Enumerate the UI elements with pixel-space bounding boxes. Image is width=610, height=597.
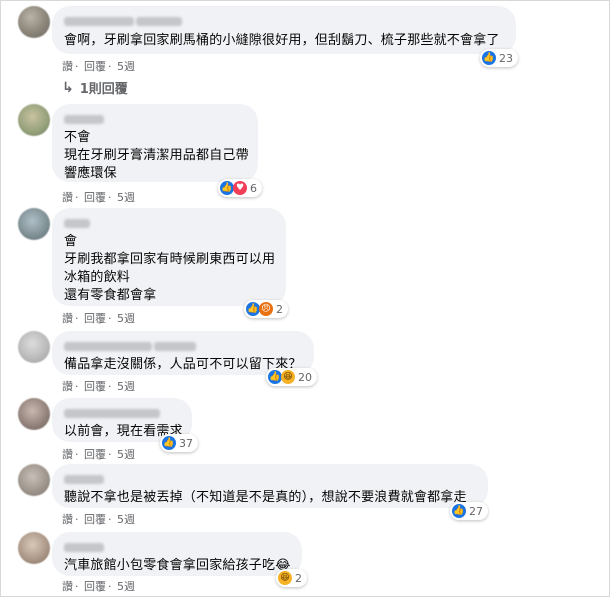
separator: · — [75, 580, 79, 593]
avatar[interactable] — [18, 331, 50, 363]
replies-label: 1則回覆 — [79, 82, 128, 97]
comment-text: 會啊，牙刷拿回家刷馬桶的小縫隙很好用，但刮鬍刀、梳子那些就不會拿了 — [64, 33, 500, 48]
reaction-summary[interactable]: 👍 23 — [480, 49, 518, 67]
separator: · — [108, 191, 112, 204]
comment-text: 汽車旅館小包零食會拿回家給孩子吃😂 — [64, 558, 291, 573]
separator: · — [75, 191, 79, 204]
commenter-name-redacted[interactable] — [64, 339, 302, 353]
haha-icon: 😆 — [281, 370, 295, 384]
like-button[interactable]: 讚 — [62, 380, 73, 393]
comment-text: 不會 現在牙刷牙膏清潔用品都自己帶 響應環保 — [64, 130, 249, 181]
like-button[interactable]: 讚 — [62, 448, 73, 461]
separator: · — [75, 312, 79, 325]
reply-button[interactable]: 回覆 — [84, 312, 106, 325]
like-icon: 👍 — [220, 181, 234, 195]
reaction-count: 2 — [276, 302, 283, 316]
reaction-count: 37 — [179, 436, 193, 450]
timestamp[interactable]: 5週 — [117, 312, 135, 325]
avatar[interactable] — [18, 464, 50, 496]
reaction-count: 23 — [499, 51, 513, 65]
separator: · — [108, 580, 112, 593]
timestamp[interactable]: 5週 — [117, 380, 135, 393]
haha-icon: 😆 — [278, 571, 292, 585]
comment-actions: 讚 · 回覆 · 5週 — [62, 189, 137, 205]
separator: · — [75, 448, 79, 461]
comment-actions: 讚 · 回覆 · 5週 — [62, 58, 137, 74]
commenter-name-redacted[interactable] — [64, 406, 180, 420]
comment-actions: 讚 · 回覆 · 5週 — [62, 446, 137, 462]
timestamp[interactable]: 5週 — [117, 191, 135, 204]
timestamp[interactable]: 5週 — [117, 448, 135, 461]
avatar[interactable] — [18, 398, 50, 430]
reaction-summary[interactable]: 👍 😆 20 — [266, 368, 317, 386]
like-icon: 👍 — [246, 302, 260, 316]
reply-arrow-icon: ↳ — [62, 79, 74, 96]
view-replies-link[interactable]: ↳ 1則回覆 — [62, 78, 128, 98]
commenter-name-redacted[interactable] — [64, 216, 274, 230]
separator: · — [108, 380, 112, 393]
separator: · — [75, 513, 79, 526]
reply-button[interactable]: 回覆 — [84, 580, 106, 593]
avatar[interactable] — [18, 6, 50, 38]
commenter-name-redacted[interactable] — [64, 14, 504, 28]
commenter-name-redacted[interactable] — [64, 112, 246, 126]
reaction-summary[interactable]: 👍 27 — [450, 502, 488, 520]
comment-bubble: 聽說不拿也是被丟掉（不知道是不是真的），想說不要浪費就會都拿走 — [52, 464, 488, 508]
separator: · — [75, 60, 79, 73]
reply-button[interactable]: 回覆 — [84, 448, 106, 461]
like-icon: 👍 — [268, 370, 282, 384]
separator: · — [75, 380, 79, 393]
timestamp[interactable]: 5週 — [117, 580, 135, 593]
like-button[interactable]: 讚 — [62, 60, 73, 73]
like-icon: 👍 — [162, 436, 176, 450]
separator: · — [108, 60, 112, 73]
like-icon: 👍 — [482, 51, 496, 65]
separator: · — [108, 312, 112, 325]
avatar[interactable] — [18, 104, 50, 136]
separator: · — [108, 513, 112, 526]
reply-button[interactable]: 回覆 — [84, 191, 106, 204]
reaction-count: 6 — [250, 181, 257, 195]
comment-text: 會 牙刷我都拿回家有時候刷東西可以用 冰箱的飲料 還有零食都會拿 — [64, 234, 276, 303]
timestamp[interactable]: 5週 — [117, 60, 135, 73]
comment-bubble: 會啊，牙刷拿回家刷馬桶的小縫隙很好用，但刮鬍刀、梳子那些就不會拿了 — [52, 6, 516, 54]
like-icon: 👍 — [452, 504, 466, 518]
comment-bubble: 會 牙刷我都拿回家有時候刷東西可以用 冰箱的飲料 還有零食都會拿 — [52, 208, 286, 306]
commenter-name-redacted[interactable] — [64, 472, 476, 486]
reaction-count: 2 — [295, 571, 302, 585]
love-icon: ♥ — [233, 181, 247, 195]
avatar[interactable] — [18, 208, 50, 240]
reaction-summary[interactable]: 👍 37 — [160, 434, 198, 452]
commenter-name-redacted[interactable] — [64, 540, 290, 554]
comment-actions: 讚 · 回覆 · 5週 — [62, 310, 137, 326]
comment-bubble: 不會 現在牙刷牙膏清潔用品都自己帶 響應環保 — [52, 104, 258, 182]
comment-bubble: 汽車旅館小包零食會拿回家給孩子吃😂 — [52, 532, 302, 576]
reaction-summary[interactable]: 😆 2 — [276, 569, 307, 587]
timestamp[interactable]: 5週 — [117, 513, 135, 526]
reply-button[interactable]: 回覆 — [84, 513, 106, 526]
separator: · — [108, 448, 112, 461]
reply-button[interactable]: 回覆 — [84, 380, 106, 393]
reply-button[interactable]: 回覆 — [84, 60, 106, 73]
like-button[interactable]: 讚 — [62, 191, 73, 204]
comment-actions: 讚 · 回覆 · 5週 — [62, 578, 137, 594]
like-button[interactable]: 讚 — [62, 513, 73, 526]
reaction-count: 27 — [469, 504, 483, 518]
reaction-summary[interactable]: 👍 😠 2 — [244, 300, 288, 318]
avatar[interactable] — [18, 532, 50, 564]
like-button[interactable]: 讚 — [62, 580, 73, 593]
angry-icon: 😠 — [259, 302, 273, 316]
comment-actions: 讚 · 回覆 · 5週 — [62, 511, 137, 527]
reaction-summary[interactable]: 👍 ♥ 6 — [218, 179, 262, 197]
comment-text: 聽說不拿也是被丟掉（不知道是不是真的），想說不要浪費就會都拿走 — [64, 490, 467, 505]
comment-actions: 讚 · 回覆 · 5週 — [62, 378, 137, 394]
comment-text: 備品拿走沒關係，人品可不可以留下來？ — [64, 357, 302, 372]
like-button[interactable]: 讚 — [62, 312, 73, 325]
reaction-count: 20 — [298, 370, 312, 384]
